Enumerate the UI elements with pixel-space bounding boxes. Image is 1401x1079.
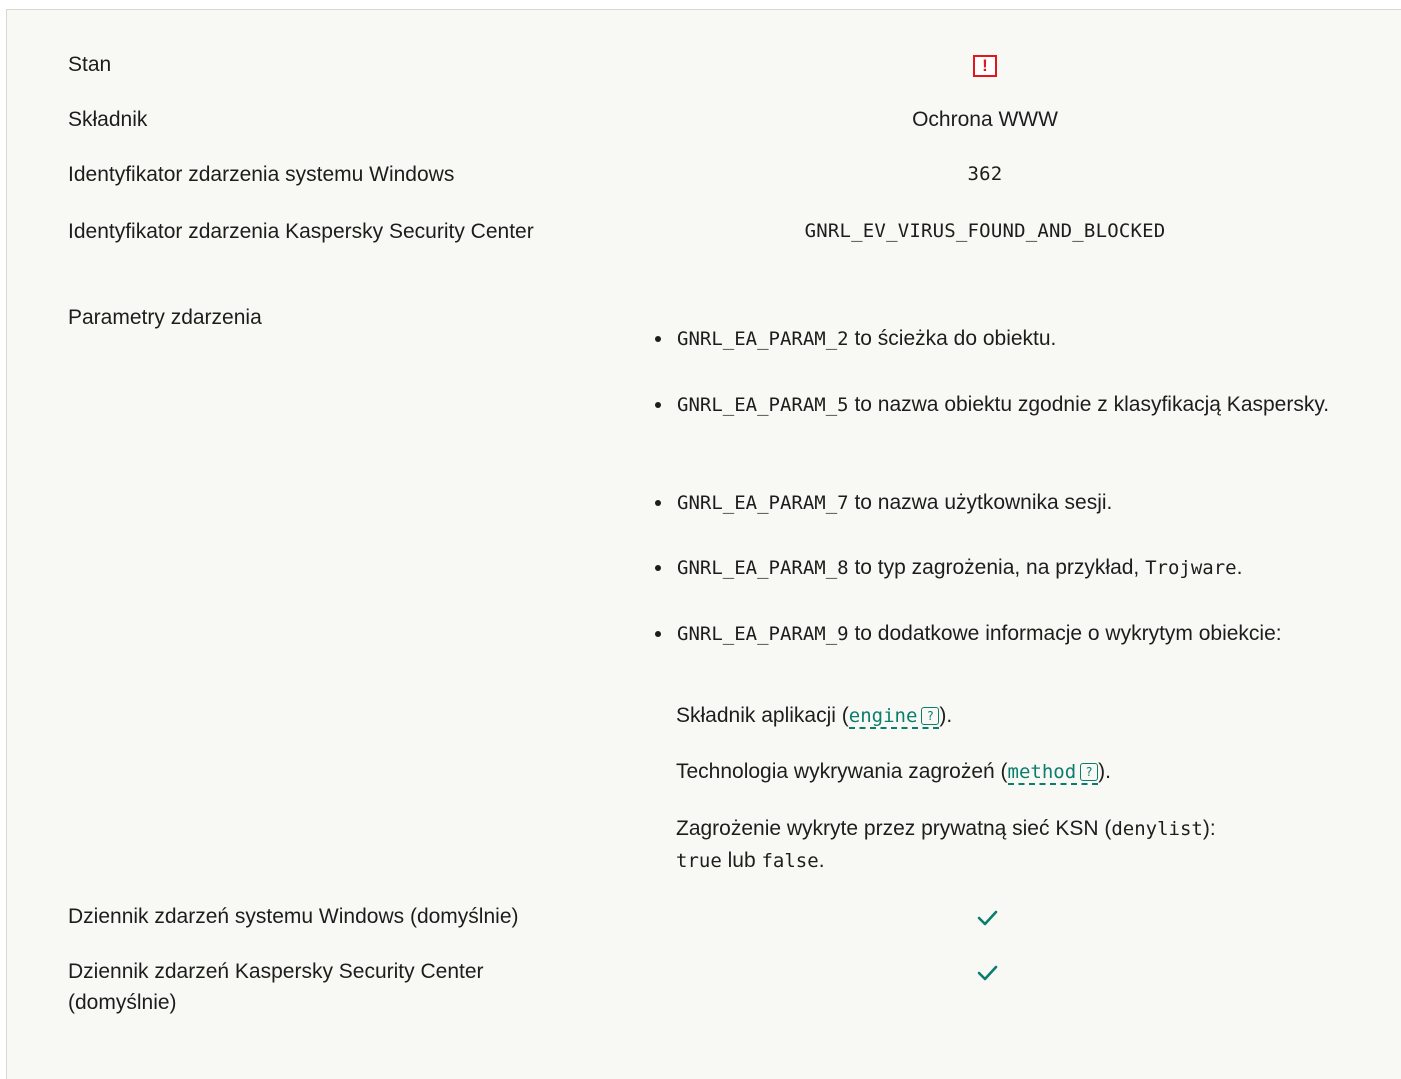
ksc-event-id-value: GNRL_EV_VIRUS_FOUND_AND_BLOCKED <box>804 220 1166 242</box>
windows-event-id-value: 362 <box>967 163 1003 185</box>
component-value: Ochrona WWW <box>912 108 1058 131</box>
engine-suffix: ). <box>939 704 953 727</box>
list-item: GNRL_EA_PARAM_2 to ścieżka do obiektu. <box>647 323 1347 389</box>
ksc-event-id-label: Identyfikator zdarzenia Kaspersky Securi… <box>68 220 534 243</box>
ksn-suffix: ): <box>1202 817 1216 840</box>
param-example: Trojware <box>1145 557 1237 579</box>
checkmark-icon <box>977 965 998 981</box>
param-code: GNRL_EA_PARAM_2 <box>677 328 849 350</box>
list-item: GNRL_EA_PARAM_7 to nazwa użytkownika ses… <box>647 487 1347 552</box>
method-suffix: ). <box>1098 760 1111 783</box>
param-description: to nazwa użytkownika sesji. <box>854 491 1113 514</box>
param-description: to nazwa obiektu zgodnie z klasyfikacją … <box>854 393 1330 416</box>
method-term[interactable]: method <box>1008 761 1077 783</box>
param-code: GNRL_EA_PARAM_5 <box>677 394 849 416</box>
true-code: true <box>676 850 722 872</box>
warning-icon: ! <box>973 55 997 77</box>
event-details-panel: Stan ! Składnik Ochrona WWW Identyfikato… <box>6 9 1401 1079</box>
windows-log-label: Dziennik zdarzeń systemu Windows (domyśl… <box>68 905 519 928</box>
param-description: to dodatkowe informacje o wykrytym obiek… <box>854 622 1282 645</box>
engine-prefix: Składnik aplikacji ( <box>676 704 849 727</box>
param-code: GNRL_EA_PARAM_8 <box>677 557 849 579</box>
engine-detail: Składnik aplikacji (engine?). <box>676 700 1326 732</box>
engine-term[interactable]: engine <box>849 705 918 727</box>
param-description: to typ zagrożenia, na przykład, <box>854 556 1140 579</box>
or-text: lub <box>727 849 756 872</box>
ksn-prefix: Zagrożenie wykryte przez prywatną sieć K… <box>676 817 1112 840</box>
component-label: Składnik <box>68 108 148 131</box>
param-code: GNRL_EA_PARAM_7 <box>677 492 849 514</box>
method-term-link[interactable]: method? <box>1007 761 1099 785</box>
method-prefix: Technologia wykrywania zagrożeń ( <box>676 760 1008 783</box>
ksn-detail: Zagrożenie wykryte przez prywatną sieć K… <box>676 813 1316 877</box>
checkmark-icon <box>977 910 998 926</box>
status-label: Stan <box>68 53 112 76</box>
false-code: false <box>761 850 819 872</box>
windows-event-id-label: Identyfikator zdarzenia systemu Windows <box>68 163 455 186</box>
param-description: to ścieżka do obiektu. <box>854 327 1057 350</box>
param-tail: . <box>1236 556 1243 579</box>
help-icon[interactable]: ? <box>1080 763 1099 781</box>
param-code: GNRL_EA_PARAM_9 <box>677 623 849 645</box>
ksn-code: denylist <box>1111 818 1203 840</box>
event-params-label: Parametry zdarzenia <box>68 306 262 329</box>
list-item: GNRL_EA_PARAM_5 to nazwa obiektu zgodnie… <box>647 389 1347 487</box>
ksn-end: . <box>818 849 825 872</box>
ksc-log-label: Dziennik zdarzeń Kaspersky Security Cent… <box>68 960 484 1014</box>
event-params-list: GNRL_EA_PARAM_2 to ścieżka do obiektu. G… <box>647 323 1347 650</box>
help-icon[interactable]: ? <box>921 707 940 725</box>
list-item: GNRL_EA_PARAM_8 to typ zagrożenia, na pr… <box>647 552 1347 618</box>
engine-term-link[interactable]: engine? <box>848 705 940 729</box>
list-item: GNRL_EA_PARAM_9 to dodatkowe informacje … <box>647 618 1317 650</box>
method-detail: Technologia wykrywania zagrożeń (method?… <box>676 756 1326 788</box>
